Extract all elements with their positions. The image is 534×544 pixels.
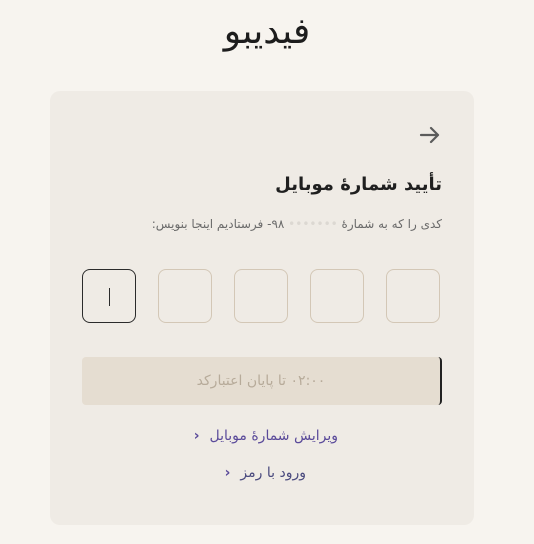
otp-digit-2[interactable] xyxy=(310,269,364,323)
instruction-suffix: ‎-۹۸ فرستادیم اینجا بنویس: xyxy=(151,217,285,231)
edit-mobile-link[interactable]: ویرایش شمارهٔ موبایل ‹ xyxy=(194,428,338,444)
text-caret xyxy=(109,288,110,306)
submit-button[interactable]: ۰۲:۰۰ تا پایان اعتبارکد xyxy=(82,357,442,405)
otp-digit-1[interactable] xyxy=(386,269,440,323)
submit-label: ۰۲:۰۰ تا پایان اعتبارکد xyxy=(196,373,326,389)
masked-phone-number: ••••••• xyxy=(288,217,338,231)
otp-digit-3[interactable] xyxy=(234,269,288,323)
chevron-left-icon: ‹ xyxy=(224,465,231,481)
otp-digit-5[interactable] xyxy=(82,269,136,323)
page-title: تأیید شمارهٔ موبایل xyxy=(275,174,442,195)
edit-mobile-label: ویرایش شمارهٔ موبایل xyxy=(209,428,339,444)
login-with-password-link[interactable]: ورود با رمز ‹ xyxy=(225,465,306,481)
instruction-text: کدی را که به شمارهٔ ••••••• ‎-۹۸ فرستادی… xyxy=(152,217,442,231)
chevron-left-icon: ‹ xyxy=(193,428,200,444)
login-with-password-label: ورود با رمز xyxy=(240,465,306,481)
instruction-prefix: کدی را که به شمارهٔ xyxy=(341,217,442,231)
otp-digit-4[interactable] xyxy=(158,269,212,323)
arrow-right-icon-svg xyxy=(419,126,440,144)
arrow-right-icon[interactable] xyxy=(418,124,442,146)
brand-logo[interactable]: فیدیبو xyxy=(0,8,534,56)
